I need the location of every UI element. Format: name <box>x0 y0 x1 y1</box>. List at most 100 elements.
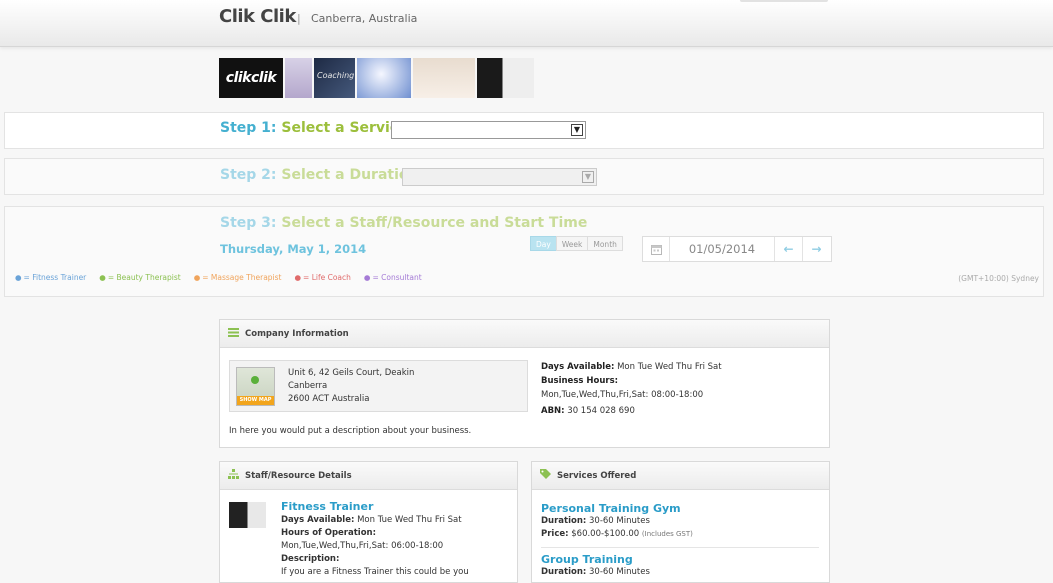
gallery-thumb[interactable] <box>477 58 534 98</box>
service-item: Group Training Duration: 30-60 Minutes <box>541 553 819 579</box>
arrow-left-icon[interactable]: ← <box>775 237 803 261</box>
show-map-button[interactable]: SHOW MAP <box>236 367 275 406</box>
step2-number: Step 2: <box>220 167 277 183</box>
arrow-right-icon[interactable]: → <box>803 237 830 261</box>
legend-item: ● = Consultant <box>364 273 422 282</box>
staff-details-box: Staff/Resource Details Fitness Trainer D… <box>219 461 518 583</box>
brand-location: Canberra, Australia <box>311 12 418 25</box>
tab-month[interactable]: Month <box>587 236 623 251</box>
site-header: Clik Clik | Canberra, Australia <box>0 0 1053 47</box>
tab-week[interactable]: Week <box>555 236 589 251</box>
step1-label: Select a Service <box>281 120 408 136</box>
services-title: Services Offered <box>557 470 637 481</box>
days-value: Mon Tue Wed Thu Fri Sat <box>617 362 722 372</box>
gallery-thumb[interactable] <box>285 58 312 98</box>
legend-label: = Fitness Trainer <box>23 273 87 282</box>
divider <box>541 547 819 548</box>
person-icon: ● <box>15 273 22 282</box>
step3-title: Step 3: Select a Staff/Resource and Star… <box>220 215 587 231</box>
service-item: Personal Training Gym Duration: 30-60 Mi… <box>541 502 819 541</box>
service-name-link[interactable]: Personal Training Gym <box>541 502 819 515</box>
company-info-header: Company Information <box>220 320 829 348</box>
company-info-box: Company Information SHOW MAP Unit 6, 42 … <box>219 319 830 448</box>
timezone-label: (GMT+10:00) Sydney <box>958 274 1039 283</box>
map-pin-icon <box>251 376 259 384</box>
staff-details-header: Staff/Resource Details <box>220 462 517 490</box>
sitemap-icon <box>228 469 239 482</box>
selected-date-heading: Thursday, May 1, 2014 <box>220 242 367 256</box>
legend-label: = Life Coach <box>303 273 351 282</box>
list-icon <box>228 327 239 340</box>
step3-panel: Step 3: Select a Staff/Resource and Star… <box>4 206 1044 297</box>
legend-label: = Massage Therapist <box>202 273 282 282</box>
staff-hours-label: Hours of Operation: <box>281 528 376 538</box>
service-gst-note: (Includes GST) <box>641 530 693 538</box>
brand-name[interactable]: Clik Clik <box>219 6 296 27</box>
gallery-thumb[interactable] <box>413 58 475 98</box>
gallery-thumb[interactable] <box>357 58 411 98</box>
gallery-logo[interactable]: clikclik <box>219 58 283 98</box>
tab-day[interactable]: Day <box>530 236 557 251</box>
step2-label: Select a Duration <box>281 167 419 183</box>
staff-info: Fitness Trainer Days Available: Mon Tue … <box>281 500 469 579</box>
service-duration-value: 30-60 Minutes <box>589 516 650 526</box>
step3-number: Step 3: <box>220 215 277 231</box>
address-line: Canberra <box>288 381 328 391</box>
step2-title: Step 2: Select a Duration <box>220 167 418 183</box>
calendar-icon[interactable] <box>643 237 670 261</box>
abn-label: ABN: <box>541 406 565 416</box>
gallery-thumb-caption: Coaching <box>317 71 355 80</box>
services-header: Services Offered <box>532 462 829 490</box>
service-price-value: $60.00-$100.00 <box>571 529 640 539</box>
company-address: Unit 6, 42 Geils Court, Deakin Canberra … <box>288 367 414 406</box>
services-box: Services Offered Personal Training Gym D… <box>531 461 830 583</box>
legend-item: ● = Life Coach <box>294 273 350 282</box>
service-name-link[interactable]: Group Training <box>541 553 819 566</box>
tag-icon <box>540 469 551 482</box>
person-icon: ● <box>193 273 201 282</box>
staff-name-link[interactable]: Fitness Trainer <box>281 500 469 513</box>
chevron-down-icon: ▼ <box>571 124 583 136</box>
date-picker: 01/05/2014 ← → <box>642 236 832 262</box>
logo-text: clikclik <box>225 70 277 86</box>
brand-separator: | <box>297 12 301 25</box>
calendar-view-tabs: Day Week Month <box>530 236 623 251</box>
hours-label: Business Hours: <box>541 376 619 386</box>
staff-days-label: Days Available: <box>281 515 355 525</box>
legend-item: ● = Fitness Trainer <box>15 273 86 282</box>
duration-select[interactable]: ▼ <box>402 168 597 186</box>
company-details: Days Available: Mon Tue Wed Thu Fri Sat … <box>541 360 722 418</box>
date-input[interactable]: 01/05/2014 <box>670 237 775 261</box>
person-icon: ● <box>294 273 302 282</box>
step3-label: Select a Staff/Resource and Start Time <box>281 215 588 231</box>
staff-days-value: Mon Tue Wed Thu Fri Sat <box>357 515 462 525</box>
staff-desc-value: If you are a Fitness Trainer this could … <box>281 567 469 577</box>
show-map-label: SHOW MAP <box>237 396 274 405</box>
staff-legend: ● = Fitness Trainer ● = Beauty Therapist ●… <box>15 273 422 282</box>
step1-title: Step 1: Select a Service <box>220 120 408 136</box>
address-line: 2600 ACT Australia <box>288 394 370 404</box>
service-duration-label: Duration: <box>541 516 587 526</box>
header-top-tab[interactable] <box>740 0 828 2</box>
address-block: SHOW MAP Unit 6, 42 Geils Court, Deakin … <box>229 360 528 412</box>
company-info-title: Company Information <box>245 328 349 339</box>
legend-item: ● = Massage Therapist <box>194 273 282 282</box>
service-price-label: Price: <box>541 529 569 539</box>
hours-value: Mon,Tue,Wed,Thu,Fri,Sat: 08:00-18:00 <box>541 390 704 400</box>
address-line: Unit 6, 42 Geils Court, Deakin <box>288 368 415 378</box>
chevron-down-icon: ▼ <box>582 171 594 183</box>
services-list: Personal Training Gym Duration: 30-60 Mi… <box>541 502 819 579</box>
company-description: In here you would put a description abou… <box>229 426 472 436</box>
staff-photo[interactable] <box>229 502 266 528</box>
person-icon: ● <box>363 273 371 282</box>
service-select[interactable]: ▼ <box>391 121 586 139</box>
staff-details-title: Staff/Resource Details <box>245 470 352 481</box>
service-duration-label: Duration: <box>541 567 587 577</box>
step2-panel: Step 2: Select a Duration ▼ <box>4 158 1044 195</box>
gallery-thumb[interactable]: Coaching <box>314 58 355 98</box>
legend-label: = Beauty Therapist <box>107 273 181 282</box>
step1-number: Step 1: <box>220 120 277 136</box>
legend-label: = Consultant <box>372 273 422 282</box>
staff-desc-label: Description: <box>281 554 340 564</box>
service-duration-value: 30-60 Minutes <box>589 567 650 577</box>
